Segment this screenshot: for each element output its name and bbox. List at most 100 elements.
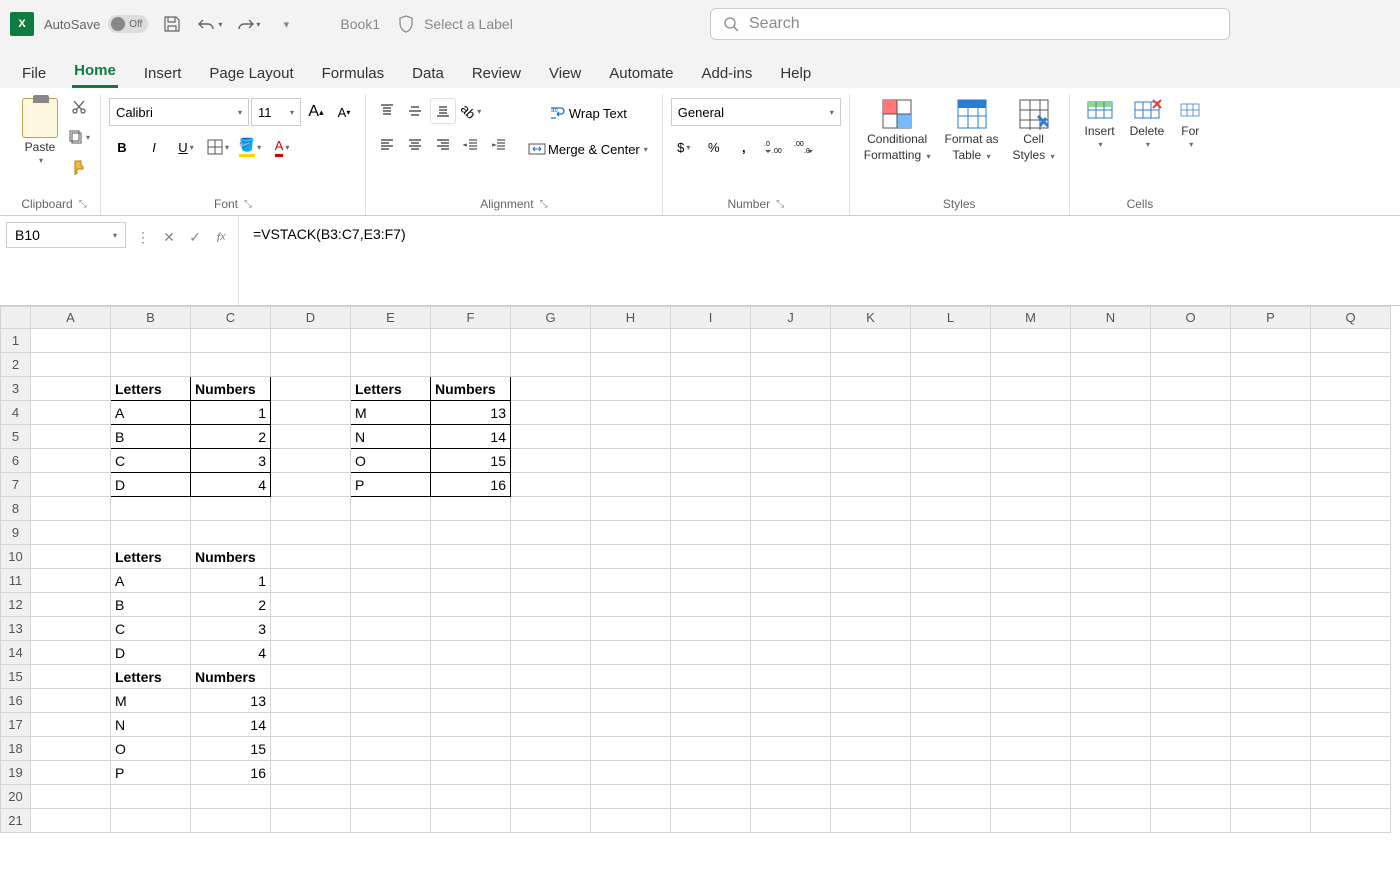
cell-N15[interactable] xyxy=(1071,665,1151,689)
row-header-4[interactable]: 4 xyxy=(1,401,31,425)
col-header-A[interactable]: A xyxy=(31,307,111,329)
cell-O2[interactable] xyxy=(1151,353,1231,377)
cell-Q19[interactable] xyxy=(1311,761,1391,785)
cell-H3[interactable] xyxy=(591,377,671,401)
cell-B21[interactable] xyxy=(111,809,191,833)
cell-O11[interactable] xyxy=(1151,569,1231,593)
cell-O5[interactable] xyxy=(1151,425,1231,449)
cell-P3[interactable] xyxy=(1231,377,1311,401)
cell-O7[interactable] xyxy=(1151,473,1231,497)
cell-M21[interactable] xyxy=(991,809,1071,833)
cell-B9[interactable] xyxy=(111,521,191,545)
cell-P14[interactable] xyxy=(1231,641,1311,665)
cell-N7[interactable] xyxy=(1071,473,1151,497)
cell-P21[interactable] xyxy=(1231,809,1311,833)
cell-G16[interactable] xyxy=(511,689,591,713)
cell-K4[interactable] xyxy=(831,401,911,425)
cell-E17[interactable] xyxy=(351,713,431,737)
cell-Q11[interactable] xyxy=(1311,569,1391,593)
cell-I9[interactable] xyxy=(671,521,751,545)
cell-B10[interactable]: Letters xyxy=(111,545,191,569)
cell-A14[interactable] xyxy=(31,641,111,665)
cell-K9[interactable] xyxy=(831,521,911,545)
spreadsheet[interactable]: ABCDEFGHIJKLMNOPQ123LettersNumbersLetter… xyxy=(0,306,1400,877)
cell-H2[interactable] xyxy=(591,353,671,377)
cell-K12[interactable] xyxy=(831,593,911,617)
cell-J5[interactable] xyxy=(751,425,831,449)
cell-C4[interactable]: 1 xyxy=(191,401,271,425)
tab-file[interactable]: File xyxy=(20,59,48,88)
cell-Q20[interactable] xyxy=(1311,785,1391,809)
cell-D16[interactable] xyxy=(271,689,351,713)
comma-button[interactable]: , xyxy=(731,134,757,160)
cell-C10[interactable]: Numbers xyxy=(191,545,271,569)
cell-A17[interactable] xyxy=(31,713,111,737)
cell-D20[interactable] xyxy=(271,785,351,809)
cell-F11[interactable] xyxy=(431,569,511,593)
cell-J18[interactable] xyxy=(751,737,831,761)
cell-G1[interactable] xyxy=(511,329,591,353)
save-button[interactable] xyxy=(158,10,186,38)
cell-E16[interactable] xyxy=(351,689,431,713)
cell-P15[interactable] xyxy=(1231,665,1311,689)
cell-M12[interactable] xyxy=(991,593,1071,617)
cell-O12[interactable] xyxy=(1151,593,1231,617)
cell-F7[interactable]: 16 xyxy=(431,473,511,497)
increase-indent-button[interactable] xyxy=(486,132,512,158)
cell-D3[interactable] xyxy=(271,377,351,401)
cell-G7[interactable] xyxy=(511,473,591,497)
cell-A16[interactable] xyxy=(31,689,111,713)
cell-E12[interactable] xyxy=(351,593,431,617)
cell-H12[interactable] xyxy=(591,593,671,617)
delete-cells-button[interactable]: Delete▾ xyxy=(1124,94,1171,153)
cell-B6[interactable]: C xyxy=(111,449,191,473)
insert-cells-button[interactable]: Insert▾ xyxy=(1078,94,1122,153)
cell-K16[interactable] xyxy=(831,689,911,713)
increase-decimal-button[interactable]: .0.00 xyxy=(761,134,787,160)
cell-L4[interactable] xyxy=(911,401,991,425)
cell-J9[interactable] xyxy=(751,521,831,545)
cell-O17[interactable] xyxy=(1151,713,1231,737)
percent-button[interactable]: % xyxy=(701,134,727,160)
cell-M18[interactable] xyxy=(991,737,1071,761)
cell-G8[interactable] xyxy=(511,497,591,521)
col-header-F[interactable]: F xyxy=(431,307,511,329)
bold-button[interactable]: B xyxy=(109,134,135,160)
cell-C14[interactable]: 4 xyxy=(191,641,271,665)
font-launcher[interactable]: ⤡ xyxy=(244,199,252,210)
cell-C9[interactable] xyxy=(191,521,271,545)
cell-Q9[interactable] xyxy=(1311,521,1391,545)
cell-F3[interactable]: Numbers xyxy=(431,377,511,401)
row-header-5[interactable]: 5 xyxy=(1,425,31,449)
col-header-E[interactable]: E xyxy=(351,307,431,329)
cell-A19[interactable] xyxy=(31,761,111,785)
cell-K5[interactable] xyxy=(831,425,911,449)
cell-Q7[interactable] xyxy=(1311,473,1391,497)
cell-I2[interactable] xyxy=(671,353,751,377)
cell-L2[interactable] xyxy=(911,353,991,377)
cell-D10[interactable] xyxy=(271,545,351,569)
cell-B4[interactable]: A xyxy=(111,401,191,425)
decrease-indent-button[interactable] xyxy=(458,132,484,158)
cell-L21[interactable] xyxy=(911,809,991,833)
cell-M17[interactable] xyxy=(991,713,1071,737)
cell-F16[interactable] xyxy=(431,689,511,713)
format-as-table-button[interactable]: Format as Table ▾ xyxy=(939,94,1005,166)
row-header-10[interactable]: 10 xyxy=(1,545,31,569)
cell-J14[interactable] xyxy=(751,641,831,665)
cell-O10[interactable] xyxy=(1151,545,1231,569)
cell-F19[interactable] xyxy=(431,761,511,785)
cell-B2[interactable] xyxy=(111,353,191,377)
cell-D4[interactable] xyxy=(271,401,351,425)
cell-G13[interactable] xyxy=(511,617,591,641)
cell-O20[interactable] xyxy=(1151,785,1231,809)
number-format-select[interactable]: General▾ xyxy=(671,98,841,126)
cell-E21[interactable] xyxy=(351,809,431,833)
cell-H7[interactable] xyxy=(591,473,671,497)
cell-H4[interactable] xyxy=(591,401,671,425)
cell-C2[interactable] xyxy=(191,353,271,377)
cell-E20[interactable] xyxy=(351,785,431,809)
cell-F18[interactable] xyxy=(431,737,511,761)
cell-E18[interactable] xyxy=(351,737,431,761)
cell-L11[interactable] xyxy=(911,569,991,593)
